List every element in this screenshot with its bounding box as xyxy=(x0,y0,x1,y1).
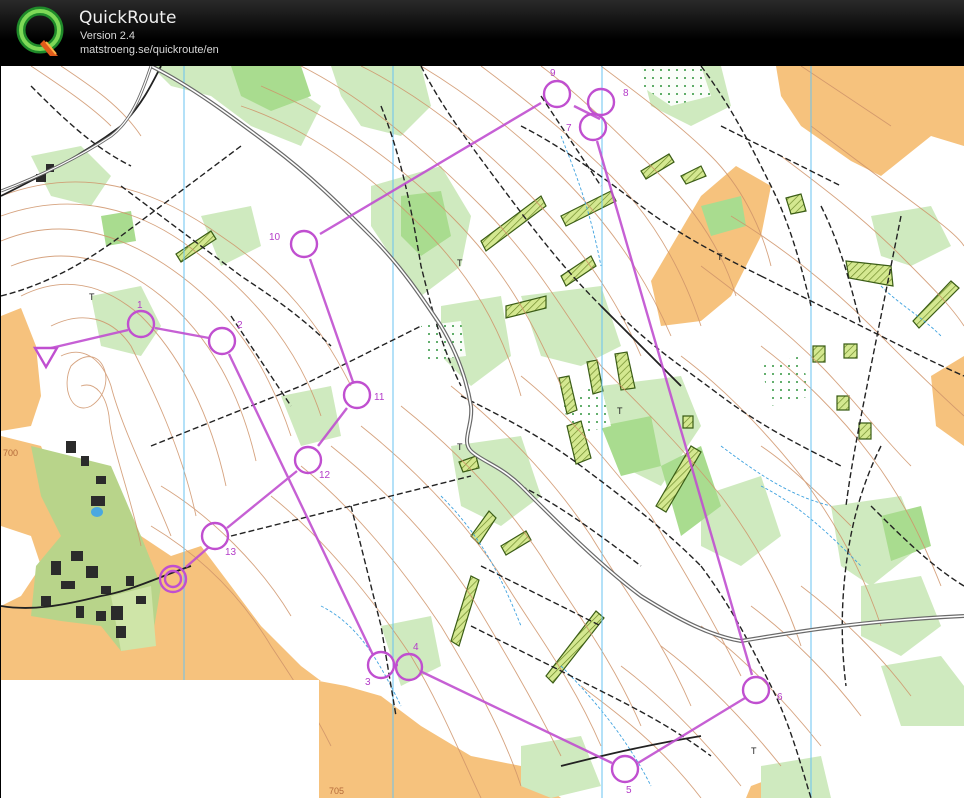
control-label-9: 9 xyxy=(550,68,556,79)
control-label-8: 8 xyxy=(623,88,629,99)
orienteering-map[interactable]: T T T T T T 700 705 1 2 3 4 5 6 7 8 9 10… xyxy=(0,66,964,798)
quickroute-window: QuickRoute Version 2.4 matstroeng.se/qui… xyxy=(0,0,964,798)
control-label-1: 1 xyxy=(137,300,143,311)
control-label-4: 4 xyxy=(413,642,419,653)
svg-text:T: T xyxy=(751,746,757,756)
app-version: Version 2.4 xyxy=(80,30,136,42)
svg-text:700: 700 xyxy=(3,448,18,458)
control-label-5: 5 xyxy=(626,785,632,796)
control-label-12: 12 xyxy=(319,470,331,481)
unmapped-area xyxy=(1,680,319,798)
app-header: QuickRoute Version 2.4 matstroeng.se/qui… xyxy=(0,0,964,66)
svg-text:T: T xyxy=(717,252,723,262)
control-label-11: 11 xyxy=(374,392,385,403)
map-canvas[interactable]: T T T T T T 700 705 1 2 3 4 5 6 7 8 9 10… xyxy=(1,66,964,798)
svg-text:T: T xyxy=(457,442,463,452)
svg-text:T: T xyxy=(617,406,623,416)
control-label-6: 6 xyxy=(777,692,783,703)
svg-text:T: T xyxy=(457,258,463,268)
app-title: QuickRoute xyxy=(79,8,177,28)
quickroute-logo-icon xyxy=(16,6,64,56)
control-label-10: 10 xyxy=(269,232,281,243)
control-label-3: 3 xyxy=(365,677,371,688)
control-label-13: 13 xyxy=(225,547,237,558)
svg-text:705: 705 xyxy=(329,786,344,796)
control-label-7: 7 xyxy=(566,123,572,134)
control-label-2: 2 xyxy=(237,320,243,331)
app-url: matstroeng.se/quickroute/en xyxy=(80,44,219,56)
svg-text:T: T xyxy=(89,292,95,302)
